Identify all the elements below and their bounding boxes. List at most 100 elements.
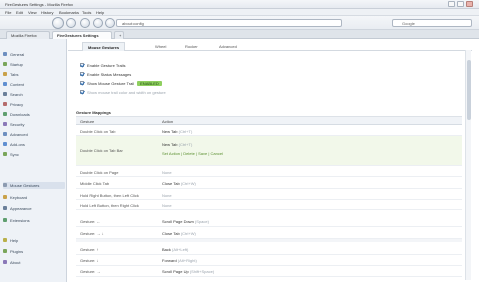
row-action-text: New Tab (162, 142, 178, 147)
checkbox[interactable] (80, 81, 84, 85)
maximize-icon[interactable] (457, 1, 464, 7)
row-gesture: Gesture: → ↓ (80, 231, 104, 236)
sidebar-item-label: Downloads (10, 112, 30, 117)
sidebar-item-label: Plugins (10, 249, 24, 254)
addons-icon (3, 142, 7, 146)
sidebar-item-label: General (10, 52, 25, 57)
stop-icon[interactable] (93, 18, 103, 28)
checkbox[interactable] (80, 63, 84, 67)
menu-view[interactable]: View (28, 10, 37, 15)
minimize-icon[interactable] (448, 1, 455, 7)
table-row[interactable]: Gesture: ← Scroll Page Down (Space) (76, 215, 462, 227)
back-icon[interactable] (52, 17, 64, 29)
content-icon (3, 82, 7, 86)
row-action: New Tab (Ctrl+T) (162, 142, 192, 147)
advanced-icon (3, 132, 7, 136)
sidebar-item-privacy[interactable]: Privacy (3, 101, 65, 108)
section-title: Gesture Mappings (76, 109, 462, 117)
row-gesture: Hold Right Button, then Left Click (80, 193, 139, 198)
row-action: Forward (Alt+Right) (162, 258, 197, 263)
sidebar-item-startup[interactable]: Startup (3, 61, 65, 68)
sidebar-item-search[interactable]: Search (3, 91, 65, 98)
tab-start-page[interactable]: Mozilla Firefox Start Page (6, 31, 50, 43)
row-action-text: Back (162, 247, 171, 252)
sidebar-item-addons[interactable]: Add-ons (3, 141, 65, 148)
table-row[interactable]: Hold Right Button, then Left Click None (76, 189, 462, 200)
sidebar-item-sync[interactable]: Sync (3, 151, 65, 158)
menu-history[interactable]: History (41, 10, 53, 15)
sidebar-item-label: Security (10, 122, 25, 127)
sidebar-item-content[interactable]: Content (3, 81, 65, 88)
about-icon (3, 260, 7, 264)
sidebar-item-appearance[interactable]: Appearance (3, 205, 65, 212)
tab-firegestures-settings[interactable]: FireGestures Settings (52, 31, 112, 39)
row-shortcut: (Alt+Right) (177, 258, 197, 263)
menu-file[interactable]: File (5, 10, 11, 15)
table-row[interactable]: Gesture: → ↓ Close Tab (Ctrl+W) (76, 227, 462, 239)
url-bar[interactable]: about:config (116, 19, 342, 27)
sidebar-item-advanced[interactable]: Advanced (3, 131, 65, 138)
sidebar-item-label: Sync (10, 152, 19, 157)
row-action: None (162, 193, 172, 198)
table-row[interactable]: Double Click on Page None (76, 166, 462, 177)
sidebar-item-mouse-gestures[interactable]: Mouse Gestures (3, 182, 65, 189)
sidebar-item-downloads[interactable]: Downloads (3, 111, 65, 118)
sidebar-item-security[interactable]: Security (3, 121, 65, 128)
privacy-icon (3, 102, 7, 106)
sidebar-item-general[interactable]: General (3, 51, 65, 58)
row-action-text: Scroll Page Down (162, 219, 194, 224)
sidebar-item-label: Advanced (10, 132, 28, 137)
close-icon[interactable] (466, 1, 473, 7)
menu-edit[interactable]: Edit (16, 10, 23, 15)
table-row[interactable]: Gesture: ↓ Forward (Alt+Right) (76, 255, 462, 266)
table-row-selected[interactable]: Double Click on Tab Bar New Tab (Ctrl+T)… (76, 136, 462, 166)
option-label-text: Show Mouse Gesture Trail (87, 81, 135, 86)
row-shortcut: (Shift+Space) (189, 269, 215, 274)
search-placeholder: Google (402, 21, 415, 26)
sidebar-item-help[interactable]: Help (3, 237, 65, 244)
sidebar-item-label: Appearance (10, 206, 32, 211)
title-bar: FireGestures Settings - Mozilla Firefox (0, 0, 479, 9)
table-row[interactable]: Double Click on Tab New Tab (Ctrl+T) (76, 126, 462, 136)
sidebar-item-label: About (10, 260, 21, 265)
vertical-scrollbar[interactable] (465, 50, 471, 280)
row-gesture: Gesture: ↑ (80, 247, 99, 252)
table-row[interactable]: Gesture: ↑ Back (Alt+Left) (76, 244, 462, 255)
tab-mouse-gestures[interactable]: Mouse Gestures (82, 42, 126, 51)
home-icon[interactable] (105, 18, 115, 28)
sidebar-item-label: Help (10, 238, 19, 243)
row-shortcut: (Ctrl+T) (178, 142, 193, 147)
table-row[interactable]: Middle Click Tab Close Tab (Ctrl+W) (76, 177, 462, 189)
sidebar-item-tabs[interactable]: Tabs (3, 71, 65, 78)
menu-bookmarks[interactable]: Bookmarks (59, 10, 79, 15)
help-icon (3, 238, 7, 242)
sidebar-item-keyboard[interactable]: Keyboard (3, 194, 65, 201)
search-bar[interactable]: Google (392, 19, 472, 27)
menu-help[interactable]: Help (96, 10, 104, 15)
table-row[interactable]: Hold Left Button, then Right Click None (76, 200, 462, 210)
gesture-icon (3, 183, 7, 187)
menu-tools[interactable]: Tools (82, 10, 91, 15)
row-gesture: Gesture: ← (80, 219, 101, 224)
tab-advanced[interactable]: Advanced (214, 42, 242, 51)
row-gesture: Double Click on Tab Bar (80, 148, 123, 153)
checkbox[interactable] (80, 90, 84, 94)
sidebar-item-label: Search (10, 92, 23, 97)
sidebar-item-about[interactable]: About (3, 259, 65, 266)
table-row[interactable]: Gesture: → Scroll Page Up (Shift+Space) (76, 266, 462, 277)
sidebar-item-extensions[interactable]: Extensions (3, 217, 65, 224)
table-header: Gesture Action (76, 117, 462, 125)
sidebar-item-plugins[interactable]: Plugins (3, 248, 65, 255)
forward-icon[interactable] (66, 18, 76, 28)
row-edit-links[interactable]: Set Action | Delete | Save | Cancel (162, 151, 223, 156)
tab-rocker[interactable]: Rocker (180, 42, 203, 51)
row-action-text: Forward (162, 258, 177, 263)
reload-icon[interactable] (80, 18, 90, 28)
row-shortcut: (Ctrl+T) (178, 129, 193, 134)
new-tab-icon[interactable]: + (114, 31, 124, 39)
sidebar-item-label: Tabs (10, 72, 19, 77)
tab-wheel[interactable]: Wheel (150, 42, 171, 51)
checkbox[interactable] (80, 72, 84, 76)
appearance-icon (3, 206, 7, 210)
scrollbar-thumb[interactable] (467, 60, 471, 120)
